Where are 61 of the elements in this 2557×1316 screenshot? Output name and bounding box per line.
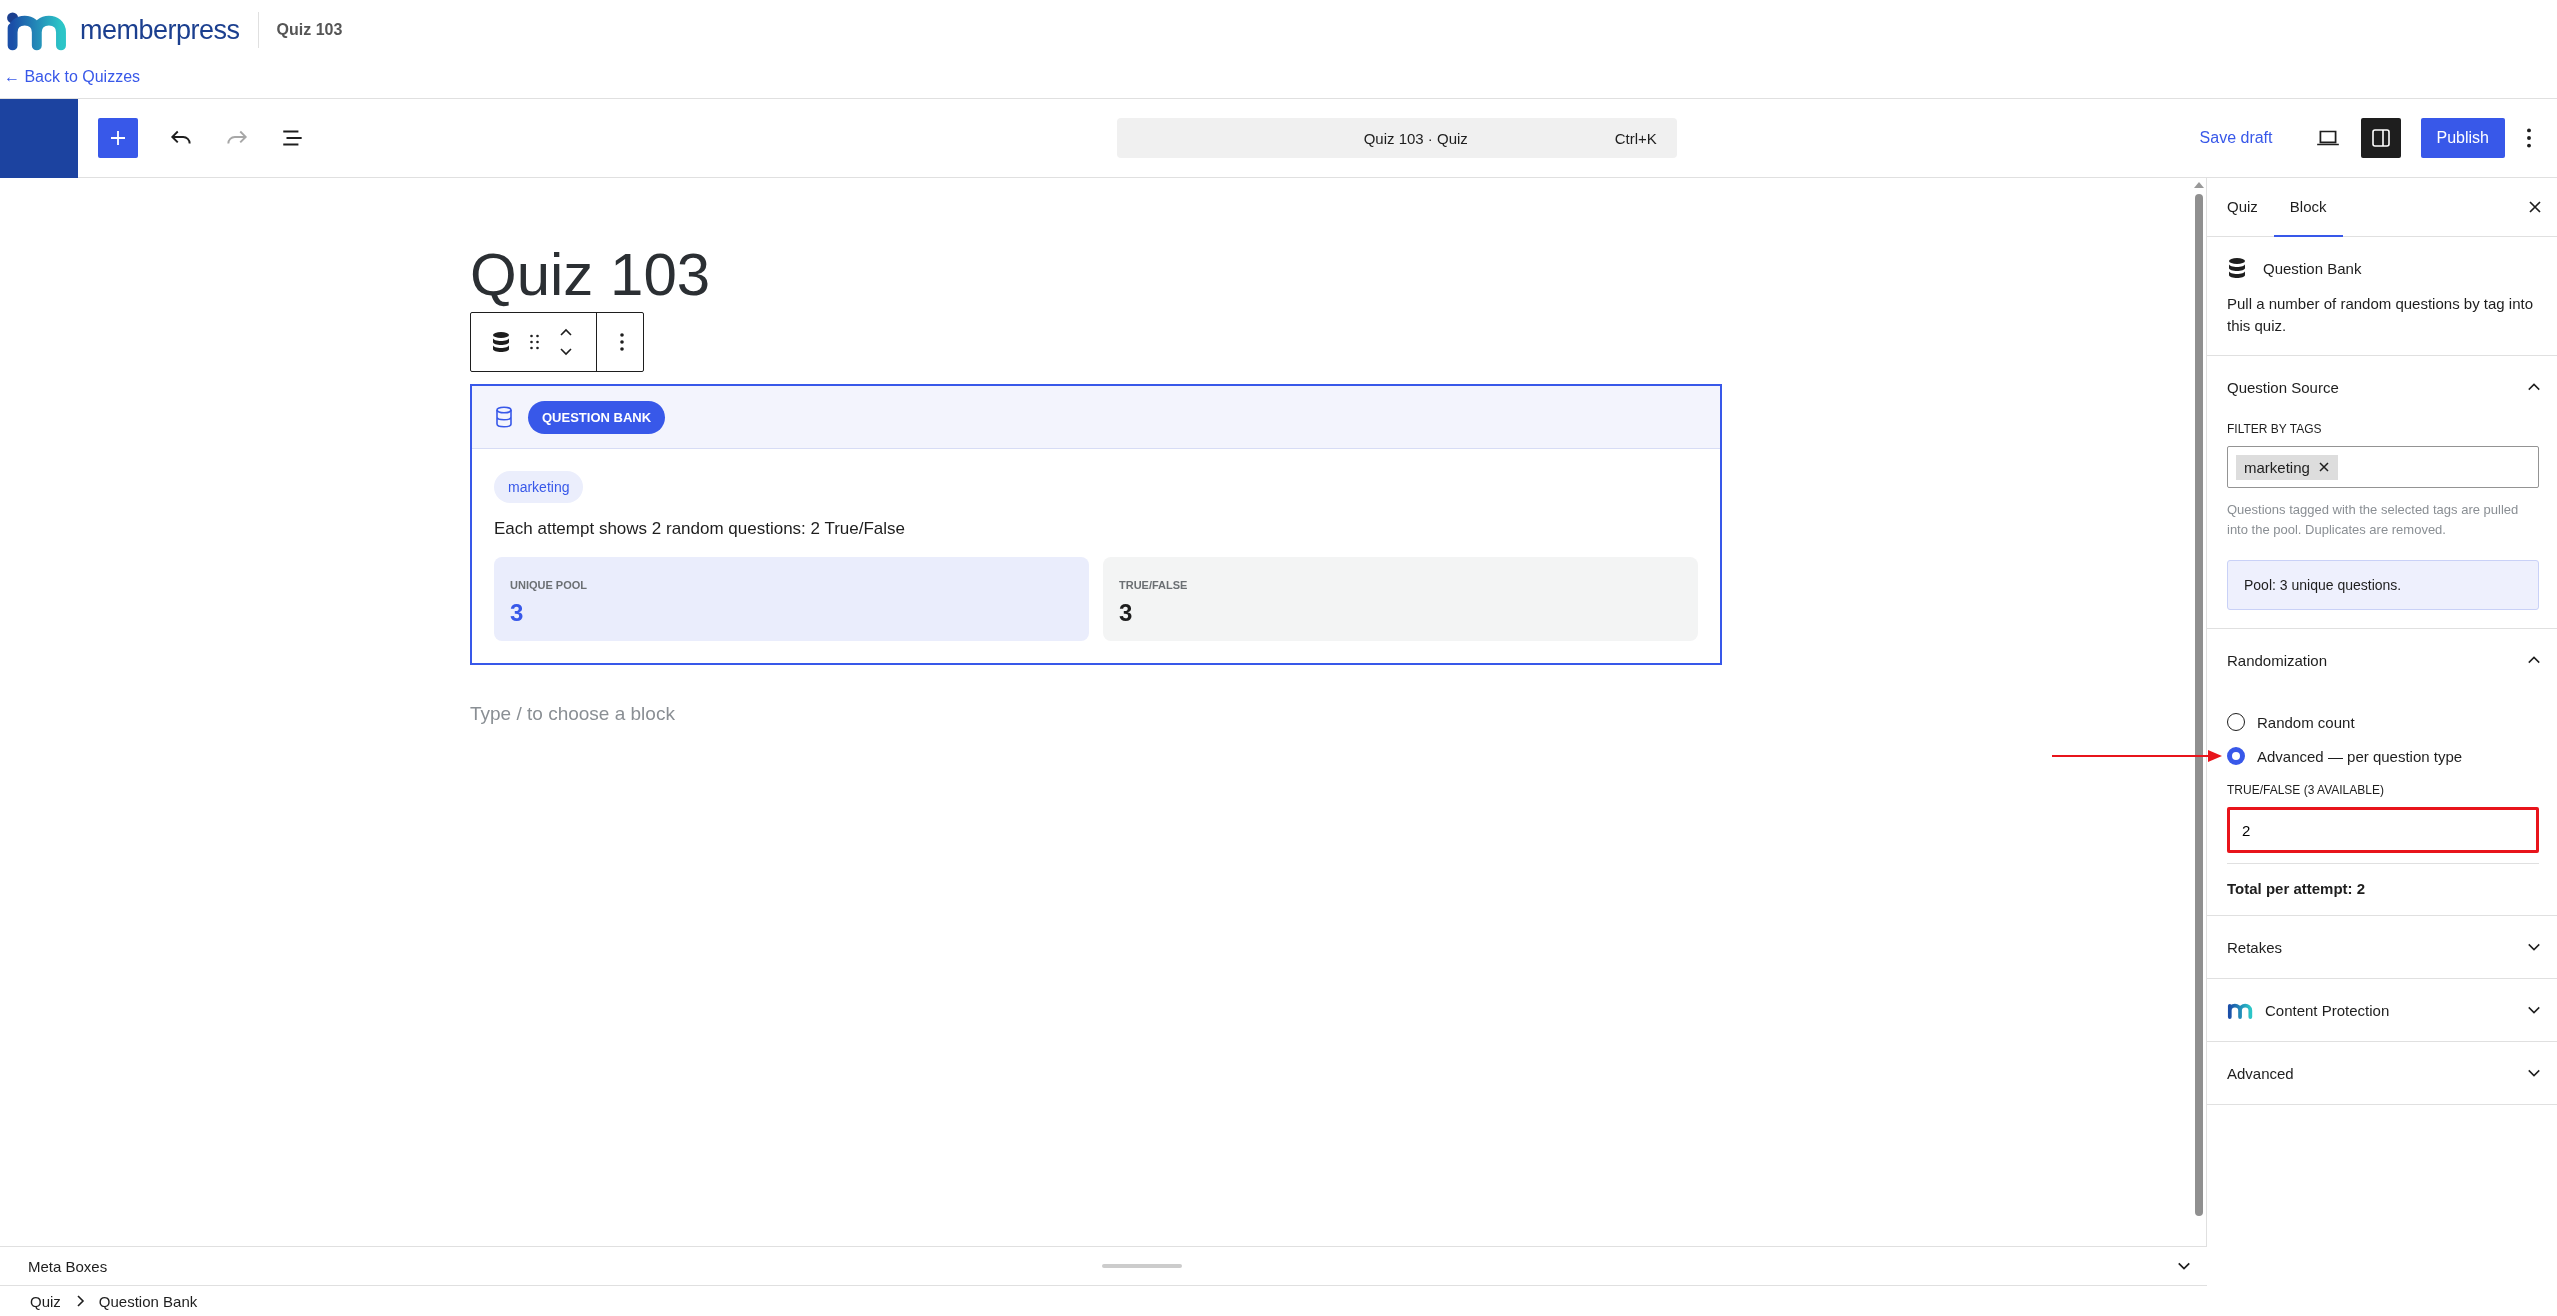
move-up-down-icon[interactable]	[558, 326, 574, 358]
pool-notice: Pool: 3 unique questions.	[2227, 560, 2539, 610]
attempt-summary: Each attempt shows 2 random questions: 2 True/False	[494, 519, 907, 539]
close-icon[interactable]	[2527, 199, 2543, 215]
stat-label: TRUE/FALSE	[1119, 579, 1189, 591]
sidebar-tab[interactable]: Quiz	[2211, 178, 2274, 237]
chevron-down-icon[interactable]	[2527, 1068, 2541, 1078]
tag-chip: marketing	[494, 471, 584, 503]
command-title: Quiz 103 · Quiz	[1362, 129, 1469, 147]
tag-token[interactable]: marketing	[2236, 454, 2338, 480]
sidebar-tab[interactable]: Block	[2273, 178, 2343, 237]
post-title[interactable]: Quiz 103	[470, 240, 1722, 310]
settings-toggle-button[interactable]	[2360, 118, 2401, 158]
tag-input-field[interactable]: marketing	[2227, 446, 2539, 488]
database-icon	[2227, 257, 2247, 279]
plus-icon	[108, 128, 128, 148]
add-block-button[interactable]	[98, 118, 138, 158]
stat-label: UNIQUE POOL	[510, 579, 588, 591]
chevron-right-icon	[74, 1294, 85, 1308]
breadcrumb-item[interactable]: Question Bank	[98, 1292, 198, 1310]
command-bar[interactable]: Quiz 103 · Quiz Ctrl+K	[1116, 118, 1677, 158]
back-link[interactable]: ← Back to Quizzes	[4, 68, 2557, 86]
memberpress-logo-icon	[2227, 1001, 2255, 1019]
drag-handle-icon[interactable]	[529, 334, 540, 350]
block-name: Question Bank	[2263, 259, 2362, 277]
panel-header[interactable]: Randomization	[2207, 629, 2557, 691]
radio-button[interactable]	[2227, 747, 2245, 765]
panel-header[interactable]: Content Protection	[2207, 979, 2557, 1041]
resize-handle[interactable]	[1102, 1264, 1183, 1268]
field-label: FILTER BY TAGS	[2227, 422, 2323, 436]
block-type-badge: QUESTION BANK	[528, 400, 666, 434]
help-text: Questions tagged with the selected tags are pulled into the pool. Duplicates are removed.	[2227, 501, 2520, 539]
chevron-down-icon[interactable]	[2527, 1005, 2541, 1015]
publish-button[interactable]: Publish	[2420, 118, 2505, 158]
panel-header[interactable]: Advanced	[2207, 1042, 2557, 1104]
brand-name: memberpress	[80, 14, 240, 46]
stat-value: 3	[1119, 599, 1134, 627]
page-title: Quiz 103	[276, 21, 343, 39]
database-icon[interactable]	[491, 331, 511, 353]
radio-label[interactable]: Random count	[2257, 713, 2355, 731]
block-options-icon[interactable]	[619, 330, 625, 354]
remove-icon[interactable]	[2317, 461, 2330, 473]
field-label: TRUE/FALSE (3 AVAILABLE)	[2227, 783, 2385, 797]
panel-header[interactable]: Question Source	[2207, 356, 2557, 418]
shortcut-hint: Ctrl+K	[1614, 129, 1657, 147]
total-per-attempt: Total per attempt: 2	[2227, 863, 2539, 897]
panel-header[interactable]: Retakes	[2207, 916, 2557, 978]
block-description: Pull a number of random questions by tag into this quiz.	[2227, 294, 2534, 336]
radio-label[interactable]: Advanced — per question type	[2257, 747, 2463, 765]
question-bank-block[interactable]: QUESTION BANK marketing Each attempt shows 2 random questions: 2 True/False UNIQUE POOL 3 TRUE/FALSE 3	[470, 384, 1722, 665]
chevron-up-icon[interactable]	[2527, 655, 2541, 665]
chevron-up-icon[interactable]	[2527, 382, 2541, 392]
count-input-field[interactable]: 2	[2227, 807, 2539, 853]
chevron-down-icon[interactable]	[2527, 942, 2541, 952]
meta-boxes-label[interactable]: Meta Boxes	[28, 1257, 108, 1275]
expand-icon[interactable]	[2177, 1261, 2191, 1271]
scroll-up-arrow-icon[interactable]	[2194, 182, 2204, 188]
save-draft-link[interactable]: Save draft	[2199, 129, 2273, 147]
breadcrumb-item[interactable]: Quiz	[30, 1292, 61, 1310]
stat-value: 3	[510, 599, 525, 627]
database-icon	[494, 406, 514, 428]
